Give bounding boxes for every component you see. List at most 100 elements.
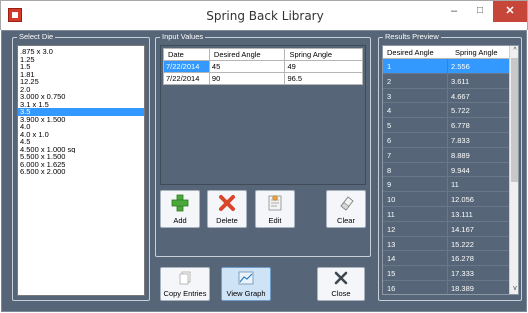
table-cell[interactable]: 96.5 [284, 72, 363, 85]
die-listbox[interactable]: .875 x 3.0 1.25 1.5 1.81 12.25 2.0 3.000 x 0.7… [17, 45, 145, 296]
scroll-down-icon[interactable]: v [510, 284, 518, 294]
spring-angle-cell: 16.278 [451, 254, 474, 264]
spring-angle-cell: 17.333 [451, 269, 474, 279]
view-graph-button[interactable]: View Graph [221, 267, 271, 301]
cell-divider [447, 280, 448, 294]
die-list-item[interactable]: 6.000 x 1.625 [18, 161, 144, 169]
results-row[interactable]: 11 13.111 [383, 206, 509, 222]
spring-angle-cell: 5.722 [451, 106, 470, 116]
die-list-item[interactable]: 5.500 x 1.500 [18, 153, 144, 161]
add-label: Add [173, 216, 187, 225]
clear-label: Clear [337, 216, 355, 225]
desired-angle-cell: 13 [387, 239, 396, 249]
spring-angle-cell: 11 [451, 180, 459, 190]
desired-angle-cell: 8 [387, 165, 392, 175]
die-list-item[interactable]: .875 x 3.0 [18, 48, 144, 56]
cell-divider [447, 221, 448, 236]
die-list-item[interactable]: 3.5 [18, 108, 144, 116]
table-row[interactable]: 7/22/2014 45 49 [163, 60, 363, 73]
results-row[interactable]: 12 14.167 [383, 221, 509, 237]
die-list-item[interactable]: 4.5 [18, 138, 144, 146]
clear-button[interactable]: Clear [326, 190, 366, 228]
die-list-item[interactable]: 1.81 [18, 71, 144, 79]
cell-divider [447, 118, 448, 132]
results-row[interactable]: 8 9.944 [383, 162, 509, 178]
input-column-header[interactable]: Date [163, 48, 210, 61]
die-list-item[interactable]: 4.0 [18, 123, 144, 131]
cell-divider [447, 147, 448, 162]
results-row[interactable]: 4 5.722 [383, 103, 509, 119]
column-header-spring-angle: Spring Angle [455, 48, 498, 57]
desired-angle-cell: 3 [387, 91, 392, 101]
results-row[interactable]: 9 11 [383, 177, 509, 193]
input-values-table: Date Desired Angle Spring Angle 7/22/2014 4… [163, 48, 363, 85]
results-row[interactable]: 16 18.389 [383, 280, 509, 294]
desired-angle-cell: 9 [387, 180, 392, 190]
die-list-item[interactable]: 4.500 x 1.000 sq [18, 146, 144, 154]
cell-divider [447, 103, 448, 118]
edit-label: Edit [268, 216, 282, 225]
results-preview-group: Results Preview Desired Angle Spring Ang… [378, 32, 522, 301]
scroll-up-icon[interactable]: ^ [510, 46, 518, 56]
die-list-item[interactable]: 2.0 [18, 86, 144, 94]
cell-divider [447, 162, 448, 177]
cell-divider [447, 206, 448, 221]
edit-document-icon [268, 195, 282, 211]
minimize-button[interactable]: – [441, 1, 467, 22]
results-row[interactable]: 3 4.667 [383, 88, 509, 104]
results-preview-label: Results Preview [383, 32, 441, 42]
results-row[interactable]: 13 15.222 [383, 236, 509, 252]
copy-icon [179, 271, 191, 285]
copy-entries-button[interactable]: Copy Entries [160, 267, 210, 301]
desired-angle-cell: 14 [387, 254, 396, 264]
die-list-item[interactable]: 3.1 x 1.5 [18, 101, 144, 109]
results-row[interactable]: 5 6.778 [383, 118, 509, 133]
cell-divider [447, 73, 448, 88]
results-row[interactable]: 6 7.833 [383, 132, 509, 148]
die-list-item[interactable]: 12.25 [18, 78, 144, 86]
desired-angle-cell: 4 [387, 106, 392, 116]
client-area: Select Die .875 x 3.0 1.25 1.5 1.81 12.25 2.0… [1, 30, 527, 312]
table-cell[interactable]: 7/22/2014 [163, 60, 210, 73]
results-row[interactable]: 10 12.056 [383, 192, 509, 207]
die-list-item[interactable]: 1.25 [18, 56, 144, 64]
close-window-button[interactable]: ✕ [493, 1, 527, 22]
input-column-header[interactable]: Desired Angle [208, 48, 286, 61]
plus-icon [171, 194, 189, 212]
input-values-grid[interactable]: Date Desired Angle Spring Angle 7/22/2014 4… [160, 45, 366, 185]
scroll-thumb[interactable] [511, 58, 518, 182]
results-row[interactable]: 14 16.278 [383, 251, 509, 267]
edit-button[interactable]: Edit [255, 190, 295, 228]
add-button[interactable]: Add [160, 190, 200, 228]
die-list-item[interactable]: 1.5 [18, 63, 144, 71]
delete-x-icon [219, 195, 235, 211]
table-row[interactable]: 7/22/2014 90 96.5 [163, 72, 363, 85]
spring-angle-cell: 9.944 [451, 165, 470, 175]
maximize-button[interactable]: □ [467, 1, 493, 22]
spring-angle-cell: 13.111 [451, 209, 473, 219]
cell-divider [447, 192, 448, 206]
desired-angle-cell: 12 [387, 224, 396, 234]
die-list-item[interactable]: 3.900 x 1.500 [18, 116, 144, 124]
results-preview-grid[interactable]: Desired Angle Spring Angle 1 2.556 2 3.611 3… [382, 45, 519, 295]
table-cell[interactable]: 90 [208, 72, 286, 85]
copy-entries-label: Copy Entries [163, 289, 207, 298]
table-cell[interactable]: 7/22/2014 [163, 72, 210, 85]
table-cell[interactable]: 45 [208, 60, 286, 73]
results-row[interactable]: 7 8.889 [383, 147, 509, 163]
results-row[interactable]: 1 2.556 [383, 59, 509, 74]
die-list-item[interactable]: 3.000 x 0.750 [18, 93, 144, 101]
table-cell[interactable]: 49 [284, 60, 363, 73]
cell-divider [447, 177, 448, 192]
die-list-item[interactable]: 6.500 x 2.000 [18, 168, 144, 176]
close-button[interactable]: Close [317, 267, 365, 301]
delete-button[interactable]: Delete [207, 190, 247, 228]
results-row[interactable]: 15 17.333 [383, 266, 509, 281]
results-scrollbar[interactable]: ^ v [509, 46, 518, 294]
desired-angle-cell: 1 [387, 62, 392, 71]
input-column-header[interactable]: Spring Angle [284, 48, 363, 61]
graph-icon [238, 271, 254, 285]
eraser-icon [340, 196, 354, 211]
die-list-item[interactable]: 4.0 x 1.0 [18, 131, 144, 139]
results-row[interactable]: 2 3.611 [383, 73, 509, 89]
